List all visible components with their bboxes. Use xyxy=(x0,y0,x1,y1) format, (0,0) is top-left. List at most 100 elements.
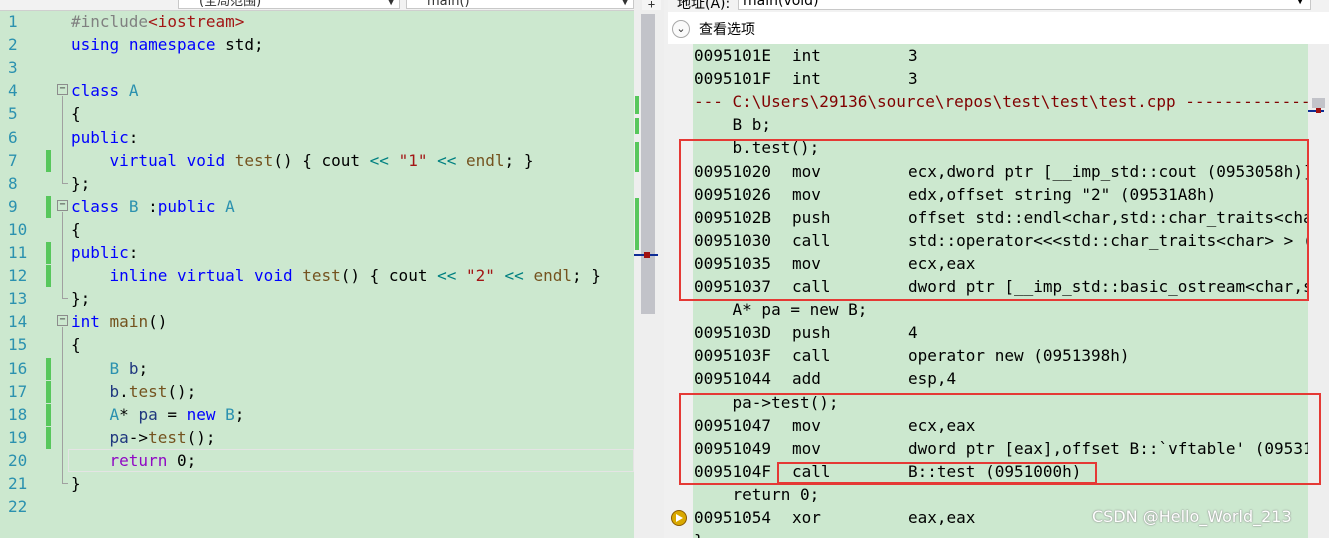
code-line[interactable]: 18 A* pa = new B; xyxy=(0,403,634,426)
asm-operands: std::operator<<<std::char_traits<char> >… xyxy=(908,230,1308,250)
asm-address: 00951037 xyxy=(694,277,772,296)
code-token: virtual xyxy=(176,266,245,286)
code-line[interactable]: 12 inline virtual void test() { cout << … xyxy=(0,264,634,288)
collapse-chevron-icon[interactable]: ⌄ xyxy=(672,20,690,38)
collapse-icon[interactable]: − xyxy=(57,84,68,96)
code-line[interactable]: 21} xyxy=(0,472,634,495)
asm-operands: B::test (0951000h) xyxy=(908,461,1082,481)
asm-address: 00951035 xyxy=(694,253,772,273)
line-number: 2 xyxy=(8,35,18,55)
source-text: return 0; xyxy=(694,484,820,504)
scope-dropdown[interactable]: (全局范围) ▼ xyxy=(178,0,400,9)
line-number: 21 xyxy=(8,474,28,493)
code-token: void xyxy=(254,266,293,286)
asm-mnemonic: mov xyxy=(792,161,821,181)
line-number: 7 xyxy=(8,150,18,170)
code-line[interactable]: 6 public: xyxy=(0,126,634,149)
code-line[interactable]: 17 b.test(); xyxy=(0,380,634,403)
source-line[interactable]: return 0; xyxy=(694,483,820,506)
source-line[interactable]: B b; xyxy=(694,113,772,136)
asm-address: 0095101E xyxy=(694,46,772,65)
code-token: namespace xyxy=(128,35,216,55)
address-input[interactable]: main(void) ▼ xyxy=(738,0,1311,10)
code-line[interactable]: 7 virtual void test() { cout << "1" << e… xyxy=(0,149,634,172)
split-icon[interactable]: + xyxy=(642,0,661,10)
code-token: virtual xyxy=(109,150,177,170)
scrollbar-thumb[interactable] xyxy=(1312,98,1325,108)
source-line[interactable]: pa->test(); xyxy=(694,391,839,414)
asm-mnemonic: mov xyxy=(792,253,821,273)
chevron-down-icon: ▼ xyxy=(621,0,629,7)
breakpoint-margin[interactable] xyxy=(668,44,693,538)
source-line[interactable]: A* pa = new B; xyxy=(694,298,868,321)
code-token: "2" xyxy=(466,266,495,286)
code-token: public xyxy=(71,127,129,147)
code-line[interactable]: 4 − class A xyxy=(0,79,634,102)
code-line[interactable]: 22 xyxy=(0,495,634,518)
code-text: return 0; xyxy=(71,449,197,472)
scrollbar-thumb[interactable] xyxy=(641,14,655,314)
code-line[interactable]: 15 { xyxy=(0,333,634,356)
disassembly-vertical-scrollbar[interactable] xyxy=(1308,44,1329,538)
source-file-line[interactable]: --- C:\Users\29136\source\repos\test\tes… xyxy=(694,90,1308,113)
code-line[interactable]: 10 { xyxy=(0,218,634,241)
code-line[interactable]: 19 pa->test(); xyxy=(0,426,634,449)
fold-guide xyxy=(62,211,63,299)
asm-operands: esp,4 xyxy=(908,369,957,389)
asm-operands: 3 xyxy=(908,69,918,89)
code-text: }; xyxy=(71,172,90,195)
code-text: class B :public A xyxy=(71,195,235,218)
change-indicator xyxy=(46,149,51,172)
asm-mnemonic: mov xyxy=(792,415,821,435)
disassembly-pane[interactable]: 地址(A): main(void) ▼ ⌄ 查看选项 0095101E int 3 0… xyxy=(668,0,1329,538)
code-line[interactable]: 1 #include<iostream> xyxy=(0,10,634,33)
source-file-path: --- C:\Users\29136\source\repos\test\tes… xyxy=(694,92,1308,112)
code-line[interactable]: 11 public: xyxy=(0,241,634,264)
code-token: } xyxy=(71,474,81,493)
asm-address: 00951049 xyxy=(694,438,772,458)
code-token: () xyxy=(148,312,168,332)
code-line[interactable]: 3 xyxy=(0,56,634,79)
code-line[interactable]: 5{ xyxy=(0,102,634,125)
collapse-icon[interactable]: − xyxy=(57,315,68,327)
code-token: () { xyxy=(340,266,389,286)
asm-operands: ecx,eax xyxy=(908,415,976,435)
code-token: << xyxy=(369,150,389,170)
asm-operands: dword ptr [__imp_std::basic_ostream<char… xyxy=(908,277,1308,296)
code-token: test xyxy=(234,150,274,170)
view-options[interactable]: ⌄ 查看选项 xyxy=(668,18,1329,42)
code-line[interactable]: 20 return 0; xyxy=(0,448,634,472)
code-line[interactable]: 8}; xyxy=(0,172,634,195)
asm-address: 0095104F xyxy=(694,461,772,481)
view-options-label: 查看选项 xyxy=(699,22,755,38)
code-line[interactable]: 9 − class B :public A xyxy=(0,195,634,218)
code-line[interactable]: 14 − int main() xyxy=(0,310,634,333)
source-line[interactable]: b.test(); xyxy=(694,136,820,159)
asm-mnemonic: xor xyxy=(792,508,821,527)
source-line[interactable]: } xyxy=(694,529,704,538)
asm-operands: edx,offset string "2" (09531A8h) xyxy=(908,184,1217,204)
code-token: << xyxy=(504,266,524,286)
line-number: 13 xyxy=(8,289,28,309)
editor-vertical-scrollbar[interactable]: + xyxy=(634,0,664,538)
code-line[interactable]: 16 B b; xyxy=(0,357,634,380)
line-number: 3 xyxy=(8,58,18,78)
code-editor[interactable]: (全局范围) ▼ main() ▼ 1 #include<iostream> 2 us… xyxy=(0,0,634,538)
asm-operands: operator new (0951398h) xyxy=(908,346,1130,366)
collapse-icon[interactable]: − xyxy=(57,199,68,211)
address-label: 地址(A): xyxy=(677,0,731,12)
fold-guide-end xyxy=(62,298,68,300)
line-number: 11 xyxy=(8,243,28,262)
change-indicator xyxy=(46,426,51,449)
function-dropdown[interactable]: main() ▼ xyxy=(406,0,634,9)
code-line[interactable]: 13}; xyxy=(0,287,634,310)
code-line[interactable]: 2 using namespace std; xyxy=(0,33,634,56)
code-token: return xyxy=(109,450,168,470)
